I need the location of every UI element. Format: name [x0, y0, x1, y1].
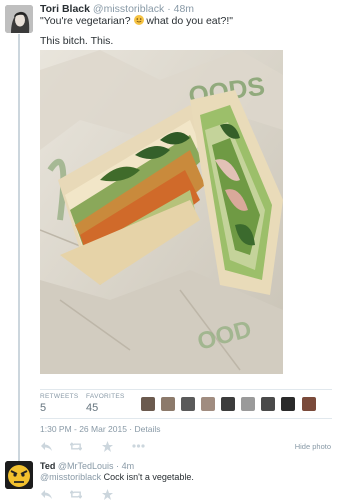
retweets-stat[interactable]: RETWEETS 5	[40, 393, 79, 414]
retweet-icon[interactable]	[70, 488, 82, 500]
retweets-count: 5	[40, 402, 47, 414]
favoriter-avatar[interactable]	[221, 397, 236, 411]
tweet-stats: RETWEETS 5 FAVORITES 45	[40, 389, 332, 419]
tweet-text-part: "You're vegetarian?	[40, 15, 134, 27]
tweet-text-part: what do you eat?!"	[143, 15, 234, 27]
avatar[interactable]	[5, 5, 33, 33]
favoriter-avatar[interactable]	[281, 397, 296, 411]
tweet-time[interactable]: 4m	[122, 461, 135, 471]
retweet-icon[interactable]	[70, 440, 82, 452]
tweet-photo[interactable]: OODS OOD	[40, 50, 283, 374]
favoriter-avatar[interactable]	[181, 397, 196, 411]
tweet-actions	[40, 488, 160, 500]
tweet-text: @misstoriblack Cock isn't a vegetable.	[40, 472, 194, 482]
user-name[interactable]: Tori Black	[40, 3, 90, 15]
tweet-text-body: Cock isn't a vegetable.	[101, 472, 194, 482]
tweet-text: "You're vegetarian? what do you eat?!"	[40, 15, 330, 28]
smile-emoji-icon	[133, 15, 144, 25]
avatar[interactable]	[5, 461, 33, 489]
favoriter-avatar[interactable]	[261, 397, 276, 411]
favoriter-avatar[interactable]	[141, 397, 155, 411]
user-handle[interactable]: @MrTedLouis	[58, 461, 114, 471]
favorites-count: 45	[86, 402, 99, 414]
tweet-timestamp[interactable]: 1:30 PM - 26 Mar 2015 · Details	[40, 424, 160, 434]
separator: ·	[167, 3, 171, 15]
star-icon[interactable]	[101, 488, 113, 500]
favoriter-avatars	[141, 397, 319, 414]
reply-icon[interactable]	[40, 440, 52, 452]
hide-photo-link[interactable]: Hide photo	[295, 442, 331, 451]
more-icon[interactable]	[131, 440, 145, 452]
favoriter-avatar[interactable]	[201, 397, 216, 411]
conversation-line	[18, 34, 20, 464]
user-name[interactable]: Ted	[40, 461, 55, 471]
favoriter-avatar[interactable]	[161, 397, 176, 411]
tweet-actions: Hide photo	[40, 440, 334, 454]
mention-link[interactable]: @misstoriblack	[40, 472, 101, 482]
separator: ·	[116, 461, 120, 471]
tweet-text-extra: This bitch. This.	[40, 35, 114, 47]
user-handle[interactable]: @misstoriblack	[93, 3, 164, 15]
favoriter-avatar[interactable]	[241, 397, 256, 411]
reply-icon[interactable]	[40, 488, 52, 500]
favoriter-avatar[interactable]	[301, 397, 316, 411]
retweets-label: RETWEETS	[40, 393, 79, 400]
favorites-stat[interactable]: FAVORITES 45	[86, 393, 125, 414]
tweet-time[interactable]: 48m	[174, 3, 194, 15]
star-icon[interactable]	[101, 440, 113, 452]
favorites-label: FAVORITES	[86, 393, 125, 400]
tweet-header: Ted @MrTedLouis · 4m	[40, 461, 134, 471]
tweet-header: Tori Black @misstoriblack · 48m	[40, 3, 194, 15]
